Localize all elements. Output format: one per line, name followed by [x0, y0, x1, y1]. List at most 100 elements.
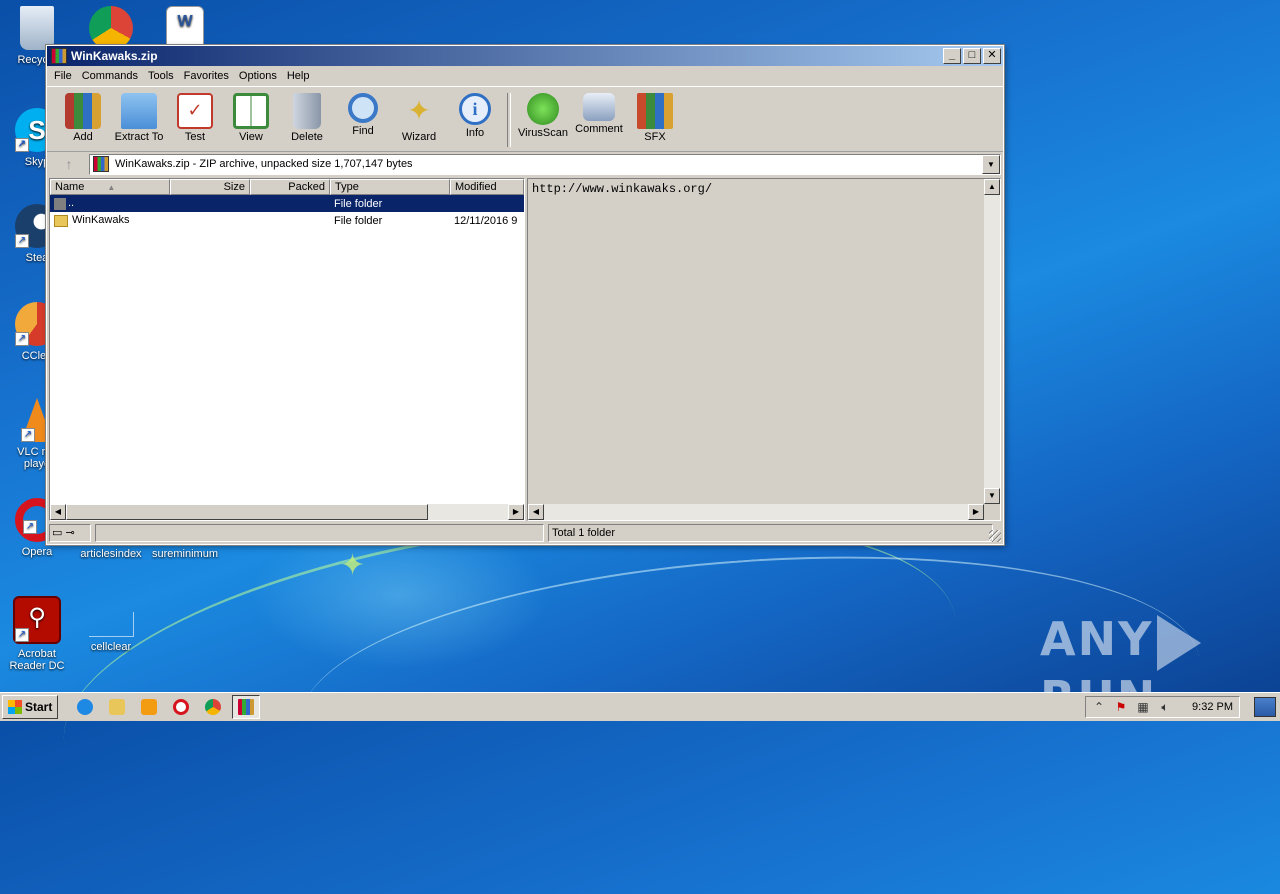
shortcut-arrow-icon: ↗ [21, 428, 35, 442]
archive-path-combo[interactable]: WinKawaks.zip - ZIP archive, unpacked si… [89, 153, 1001, 175]
delete-icon [293, 93, 321, 129]
status-left-panel [95, 524, 544, 542]
menu-options[interactable]: Options [234, 70, 282, 82]
chrome-icon [89, 6, 133, 50]
add-button-label: Add [73, 131, 93, 143]
menu-tools[interactable]: Tools [143, 70, 179, 82]
up-one-level-button[interactable]: ↑ [49, 154, 89, 174]
taskbar-explorer[interactable] [104, 696, 130, 718]
folder-icon [109, 699, 126, 715]
archive-path-text: WinKawaks.zip - ZIP archive, unpacked si… [115, 158, 413, 170]
action-center-icon[interactable]: ⚑ [1114, 700, 1128, 714]
scroll-right-icon[interactable]: ▶ [968, 504, 984, 520]
taskbar-ie[interactable] [72, 696, 98, 718]
scroll-right-icon[interactable]: ▶ [508, 504, 524, 520]
column-modified[interactable]: Modified [450, 179, 524, 195]
taskbar-media-player[interactable] [136, 696, 162, 718]
comment-vscrollbar[interactable]: ▲ ▼ [984, 179, 1000, 504]
wizard-button-label: Wizard [401, 131, 437, 143]
wallpaper-leaf: ✦ [340, 549, 366, 582]
menu-commands[interactable]: Commands [77, 70, 143, 82]
close-button[interactable]: ✕ [983, 48, 1001, 64]
scroll-up-icon[interactable]: ▲ [984, 179, 1000, 195]
menu-file[interactable]: File [49, 70, 77, 82]
desktop-icon-sureminimum[interactable]: sureminimum [148, 548, 222, 560]
delete-button[interactable]: Delete [279, 89, 335, 143]
comment-button[interactable]: Comment [571, 89, 627, 135]
winrar-app-icon[interactable] [51, 48, 67, 64]
row-name: WinKawaks [72, 214, 130, 227]
system-tray: ⌃ ⚑ ▦ 🔈︎ 9:32 PM [1085, 696, 1240, 718]
row-modified: 12/11/2016 9 [454, 214, 518, 227]
column-headers: Name ▲ Size Packed Type Modified [50, 179, 524, 195]
desktop-icon-acrobat-reader[interactable]: ⚲ ↗ Acrobat Reader DC [0, 596, 74, 672]
maximize-button[interactable]: □ [963, 48, 981, 64]
scroll-left-icon[interactable]: ◀ [528, 504, 544, 520]
menu-help[interactable]: Help [282, 70, 315, 82]
desktop-icon-label: Opera [21, 546, 53, 558]
network-icon[interactable]: ▦ [1136, 700, 1150, 714]
view-button-label: View [239, 131, 263, 143]
minimize-button[interactable]: _ [943, 48, 961, 64]
start-button[interactable]: Start [2, 695, 59, 719]
comment-button-label: Comment [575, 123, 623, 135]
find-button-label: Find [352, 125, 374, 137]
desktop-icon-cellclear[interactable]: cellclear [74, 612, 148, 653]
view-button[interactable]: View [223, 89, 279, 143]
recycle-bin-icon [20, 6, 54, 50]
menu-favorites[interactable]: Favorites [179, 70, 234, 82]
add-icon [65, 93, 101, 129]
file-row-winkawaks[interactable]: WinKawaks File folder 12/11/2016 9 [50, 212, 524, 229]
shortcut-arrow-icon: ↗ [23, 520, 37, 534]
resize-grip[interactable] [989, 530, 1001, 542]
extract-to-button[interactable]: Extract To [111, 89, 167, 143]
column-name[interactable]: Name ▲ [50, 179, 170, 195]
menu-bar: File Commands Tools Favorites Options He… [47, 66, 1003, 86]
taskbar-chrome[interactable] [200, 696, 226, 718]
comment-pane[interactable]: http://www.winkawaks.org/ ▲ ▼ ◀ ▶ [527, 178, 1001, 521]
window-title: WinKawaks.zip [71, 49, 158, 63]
shortcut-arrow-icon: ↗ [15, 138, 29, 152]
test-icon: ✓ [177, 93, 213, 129]
scroll-down-icon[interactable]: ▼ [984, 488, 1000, 504]
comment-hscrollbar[interactable]: ◀ ▶ [528, 504, 984, 520]
clock[interactable]: 9:32 PM [1192, 701, 1233, 713]
test-button[interactable]: ✓ Test [167, 89, 223, 143]
title-bar[interactable]: WinKawaks.zip _ □ ✕ [47, 46, 1003, 66]
toolbar-separator [507, 93, 511, 147]
column-type[interactable]: Type [330, 179, 450, 195]
file-list[interactable]: Name ▲ Size Packed Type Modified .. File… [49, 178, 525, 521]
chevron-down-icon[interactable]: ▼ [982, 154, 1000, 174]
wizard-button[interactable]: ✦ Wizard [391, 89, 447, 143]
add-button[interactable]: Add [55, 89, 111, 143]
toolbar: Add Extract To ✓ Test View Delete Find ✦… [47, 86, 1003, 152]
find-icon [348, 93, 378, 123]
taskbar-opera[interactable] [168, 696, 194, 718]
desktop-icon-label: Acrobat Reader DC [9, 648, 65, 672]
volume-icon[interactable]: 🔈︎ [1158, 700, 1172, 714]
file-list-hscrollbar[interactable]: ◀ ▶ [50, 504, 524, 520]
delete-button-label: Delete [291, 131, 323, 143]
test-button-label: Test [184, 131, 206, 143]
taskbar-winrar[interactable] [232, 695, 261, 719]
sort-ascending-icon: ▲ [107, 183, 116, 192]
row-name: .. [68, 197, 75, 210]
comment-icon [583, 93, 615, 121]
virusscan-button[interactable]: VirusScan [515, 89, 571, 139]
scroll-thumb[interactable] [66, 504, 428, 520]
address-bar: ↑ WinKawaks.zip - ZIP archive, unpacked … [47, 152, 1003, 176]
virusscan-icon [527, 93, 559, 125]
sfx-button[interactable]: SFX [627, 89, 683, 143]
scroll-left-icon[interactable]: ◀ [50, 504, 66, 520]
taskbar: Start ⌃ ⚑ ▦ 🔈︎ 9:32 PM [0, 692, 1280, 721]
show-hidden-icons-icon[interactable]: ⌃ [1092, 700, 1106, 714]
column-packed[interactable]: Packed [250, 179, 330, 195]
column-size[interactable]: Size [170, 179, 250, 195]
file-row-parent[interactable]: .. File folder [50, 195, 524, 212]
info-button[interactable]: i Info [447, 89, 503, 139]
desktop-icon-articlesindex[interactable]: articlesindex [74, 548, 148, 560]
find-button[interactable]: Find [335, 89, 391, 137]
content-panes: Name ▲ Size Packed Type Modified .. File… [49, 178, 1001, 521]
show-desktop-button[interactable] [1254, 697, 1276, 717]
archive-comment: http://www.winkawaks.org/ [532, 182, 713, 196]
